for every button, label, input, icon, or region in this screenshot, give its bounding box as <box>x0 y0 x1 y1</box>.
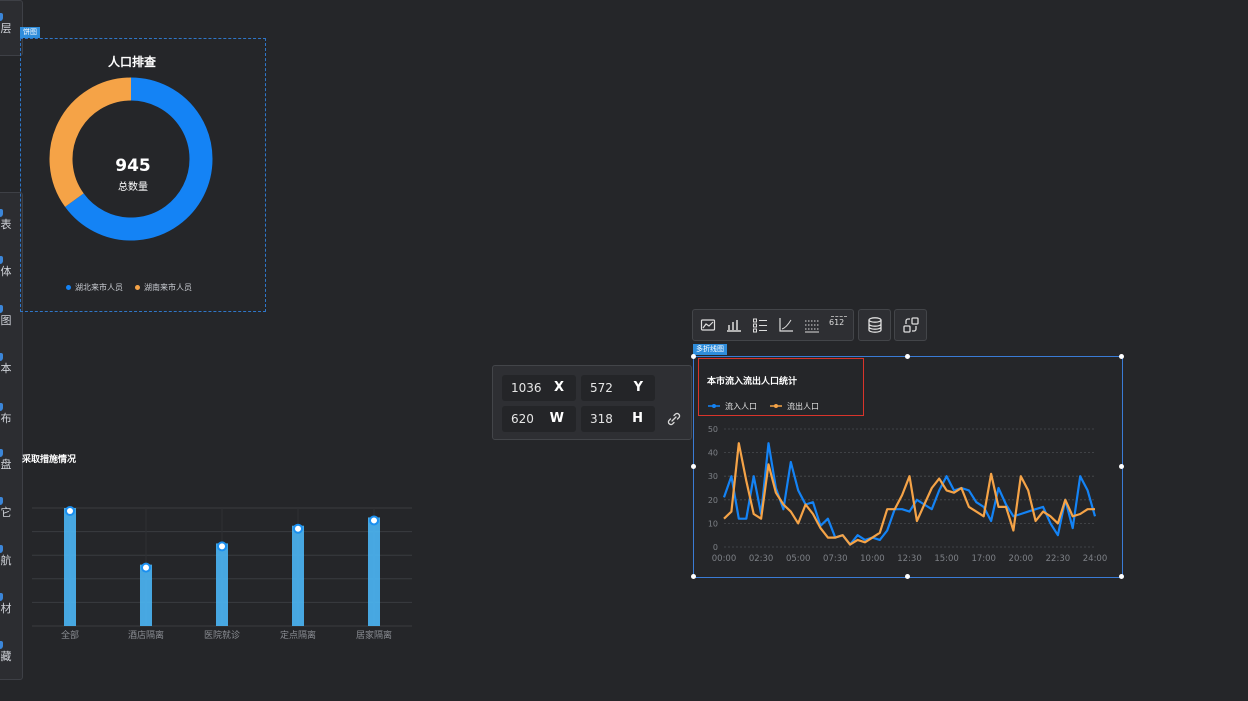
data-source-button[interactable] <box>858 309 891 341</box>
y-tick-label: 40 <box>708 449 718 458</box>
line-chart-title: 本市流入流出人口统计 <box>707 377 798 387</box>
resize-handle-bottom[interactable] <box>905 574 910 579</box>
favorite-icon <box>0 641 3 649</box>
x-tick-label: 02:30 <box>749 554 774 564</box>
bar-category-label: 全部 <box>61 629 79 641</box>
bar-category-label: 定点隔离 <box>280 629 316 641</box>
swap-icon <box>903 317 919 333</box>
link-icon[interactable] <box>666 411 682 427</box>
x-tick-label: 22:30 <box>1046 554 1071 564</box>
bar-category-label: 居家隔离 <box>356 629 392 641</box>
layout-icon <box>0 403 3 411</box>
donut-total-value: 945 <box>115 156 151 176</box>
material-icon <box>0 593 3 601</box>
number-icon[interactable]: 612 <box>829 316 849 332</box>
toolbar-item-favorites[interactable]: 藏 <box>0 641 21 663</box>
bar <box>292 525 304 626</box>
toolbar-item-other[interactable]: 它 <box>0 497 21 519</box>
toolbar-item-image[interactable]: 图 <box>0 305 21 327</box>
x-tick-label: 10:00 <box>860 554 885 564</box>
dashboard-icon <box>0 449 3 457</box>
other-icon <box>0 497 3 505</box>
bar-cap-dot <box>371 517 377 524</box>
bar-chart[interactable]: 全部 酒店隔离 医院就诊 定点隔离 居家隔离 <box>20 500 420 645</box>
legend-item-hubei[interactable]: 湖北来市人员 <box>66 282 123 293</box>
resize-handle-top-left[interactable] <box>691 354 696 359</box>
bar <box>64 508 76 626</box>
chart-area-icon[interactable] <box>700 317 716 333</box>
donut-card-tag: 饼图 <box>20 27 40 38</box>
bar-category-label: 酒店隔离 <box>128 629 164 641</box>
y-position-field[interactable]: 572 Y <box>581 375 655 401</box>
legend-label: 流入人口 <box>725 401 757 411</box>
legend-dot-icon <box>66 285 71 290</box>
x-position-field[interactable]: 1036 X <box>502 375 576 401</box>
shape-icon <box>0 256 3 264</box>
list-icon[interactable] <box>752 317 768 333</box>
layer-tool[interactable]: 层 <box>0 13 21 35</box>
bar-cap-dot <box>143 564 149 571</box>
x-tick-label: 17:00 <box>971 554 996 564</box>
toolbar-item-table[interactable]: 表 <box>0 209 21 231</box>
bar-cap-dot <box>295 525 301 532</box>
resize-handle-top-right[interactable] <box>1119 354 1124 359</box>
line-chart[interactable]: 流入人口 流出人口 0 10 20 30 40 50 00:00 02:30 05:00 07:3… <box>700 396 1120 571</box>
x-tick-label: 05:00 <box>786 554 811 564</box>
toolbar-item-layout[interactable]: 布 <box>0 403 21 425</box>
y-tick-label: 10 <box>708 519 718 528</box>
x-tick-label: 07:30 <box>823 554 848 564</box>
text-icon <box>0 353 3 361</box>
layer-icon <box>0 13 3 21</box>
image-icon <box>0 305 3 313</box>
toolbar-item-material[interactable]: 材 <box>0 593 21 615</box>
coordinates-panel: 1036 X 572 Y 620 W 318 H <box>492 365 692 440</box>
bar-chart-icon[interactable] <box>726 317 742 333</box>
bar <box>216 543 228 626</box>
legend-item-hunan[interactable]: 湖南来市人员 <box>135 282 192 293</box>
series-line <box>723 442 1095 546</box>
width-field[interactable]: 620 W <box>502 406 576 432</box>
resize-handle-bottom-left[interactable] <box>691 574 696 579</box>
chart-toolbar: 612 <box>692 309 854 341</box>
x-tick-label: 20:00 <box>1009 554 1034 564</box>
legend-dot-icon <box>135 285 140 290</box>
resize-handle-bottom-right[interactable] <box>1119 574 1124 579</box>
x-tick-label: 15:00 <box>934 554 959 564</box>
legend-label: 流出人口 <box>787 401 819 411</box>
legend-marker <box>712 404 716 408</box>
height-field[interactable]: 318 H <box>581 406 655 432</box>
navigation-icon <box>0 545 3 553</box>
selected-chart-tag: 多折线图 <box>693 344 727 355</box>
y-tick-label: 30 <box>708 472 718 481</box>
donut-legend: 湖北来市人员 湖南来市人员 <box>66 282 192 293</box>
series-line <box>722 442 1097 546</box>
swap-chart-button[interactable] <box>894 309 927 341</box>
toolbar-item-text[interactable]: 本 <box>0 353 21 375</box>
x-tick-label: 12:30 <box>897 554 922 564</box>
toolbar-item-navigation[interactable]: 航 <box>0 545 21 567</box>
y-tick-label: 20 <box>708 496 718 505</box>
y-tick-label: 50 <box>708 425 718 434</box>
x-tick-label: 00:00 <box>712 554 737 564</box>
bar <box>368 517 380 626</box>
legend-marker <box>774 404 778 408</box>
database-icon <box>868 317 882 333</box>
bar-cap-dot <box>67 508 73 514</box>
grid-icon[interactable] <box>804 317 820 333</box>
table-icon <box>0 209 3 217</box>
x-tick-label: 24:00 <box>1083 554 1108 564</box>
bar-category-label: 医院就诊 <box>204 629 240 641</box>
donut-total-label: 总数量 <box>118 182 148 193</box>
y-tick-label: 0 <box>713 543 718 552</box>
resize-handle-top[interactable] <box>905 354 910 359</box>
bar-card-title: 采取措施情况 <box>22 455 77 465</box>
axis-icon[interactable] <box>778 317 794 333</box>
resize-handle-left[interactable] <box>691 464 696 469</box>
toolbar-item-body[interactable]: 体 <box>0 256 21 278</box>
toolbar-item-dashboard[interactable]: 盘 <box>0 449 21 471</box>
bar <box>140 564 152 626</box>
bar-cap-dot <box>219 543 225 550</box>
